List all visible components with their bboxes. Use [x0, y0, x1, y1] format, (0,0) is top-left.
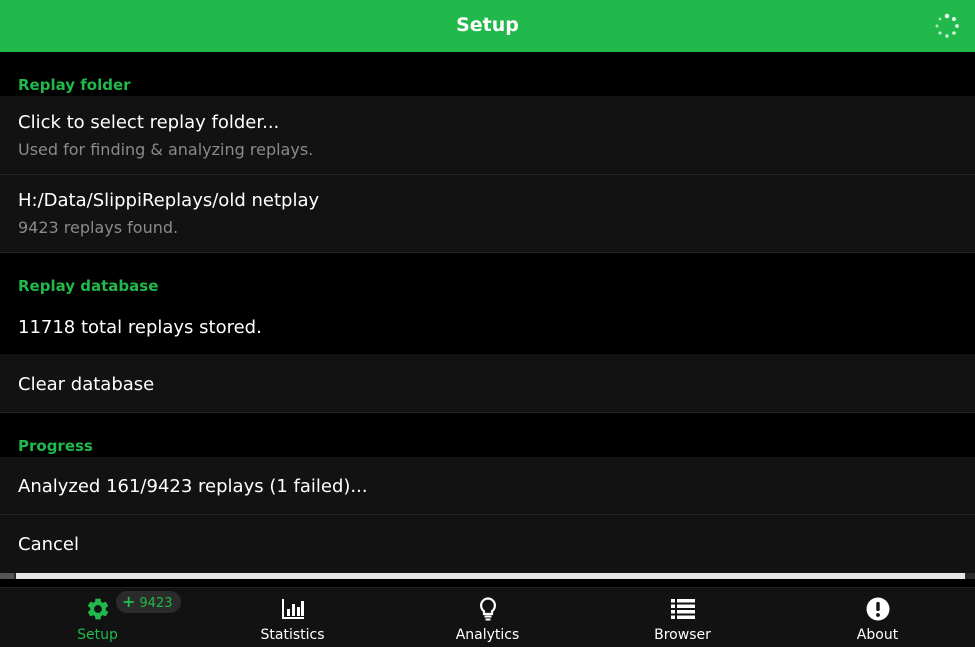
progress-bar-start	[0, 573, 14, 579]
bar-chart-icon	[282, 599, 304, 619]
replays-stored-text: 11718 total replays stored.	[18, 317, 262, 338]
nav-item-statistics[interactable]: Statistics	[195, 588, 390, 647]
page-title: Setup	[456, 14, 519, 36]
nav-label-about: About	[856, 627, 899, 643]
bottom-navigation: Setup +9423 Statistics Analytics Browser…	[0, 587, 975, 647]
nav-label-browser: Browser	[654, 627, 711, 643]
cancel-button[interactable]: Cancel	[0, 515, 975, 573]
section-label-replay-folder: Replay folder	[18, 76, 131, 94]
spinner-icon	[935, 13, 959, 38]
section-label-replay-database: Replay database	[18, 277, 159, 295]
nav-label-statistics: Statistics	[260, 627, 325, 643]
nav-item-about[interactable]: About	[780, 588, 975, 647]
nav-label-analytics: Analytics	[455, 627, 520, 643]
replays-found-status: 9423 replays found.	[18, 218, 179, 237]
new-replays-badge: +9423	[116, 591, 181, 613]
cancel-label: Cancel	[18, 534, 79, 555]
badge-count: 9423	[139, 596, 173, 611]
list-icon	[671, 599, 695, 619]
clear-database-button[interactable]: Clear database	[0, 354, 975, 413]
nav-item-browser[interactable]: Browser	[585, 588, 780, 647]
select-replay-folder-item[interactable]: Click to select replay folder... Used fo…	[0, 96, 975, 175]
select-folder-label: Click to select replay folder...	[18, 112, 280, 133]
gear-icon	[87, 598, 109, 620]
select-folder-description: Used for finding & analyzing replays.	[18, 140, 314, 159]
progress-bar-fill	[16, 573, 965, 579]
nav-label-setup: Setup	[77, 627, 118, 643]
app-header: Setup	[0, 0, 975, 52]
lightbulb-icon	[479, 597, 497, 621]
nav-item-analytics[interactable]: Analytics	[390, 588, 585, 647]
plus-icon: +	[122, 592, 136, 611]
nav-item-setup[interactable]: Setup +9423	[0, 588, 195, 647]
progress-status-row: Analyzed 161/9423 replays (1 failed)...	[0, 457, 975, 515]
progress-status-text: Analyzed 161/9423 replays (1 failed)...	[18, 476, 368, 497]
current-folder-item[interactable]: H:/Data/SlippiReplays/old netplay 9423 r…	[0, 175, 975, 253]
progress-bar	[0, 573, 975, 579]
clear-database-label: Clear database	[18, 374, 155, 395]
info-icon	[866, 597, 890, 621]
section-label-progress: Progress	[18, 437, 93, 455]
folder-path: H:/Data/SlippiReplays/old netplay	[18, 190, 320, 211]
